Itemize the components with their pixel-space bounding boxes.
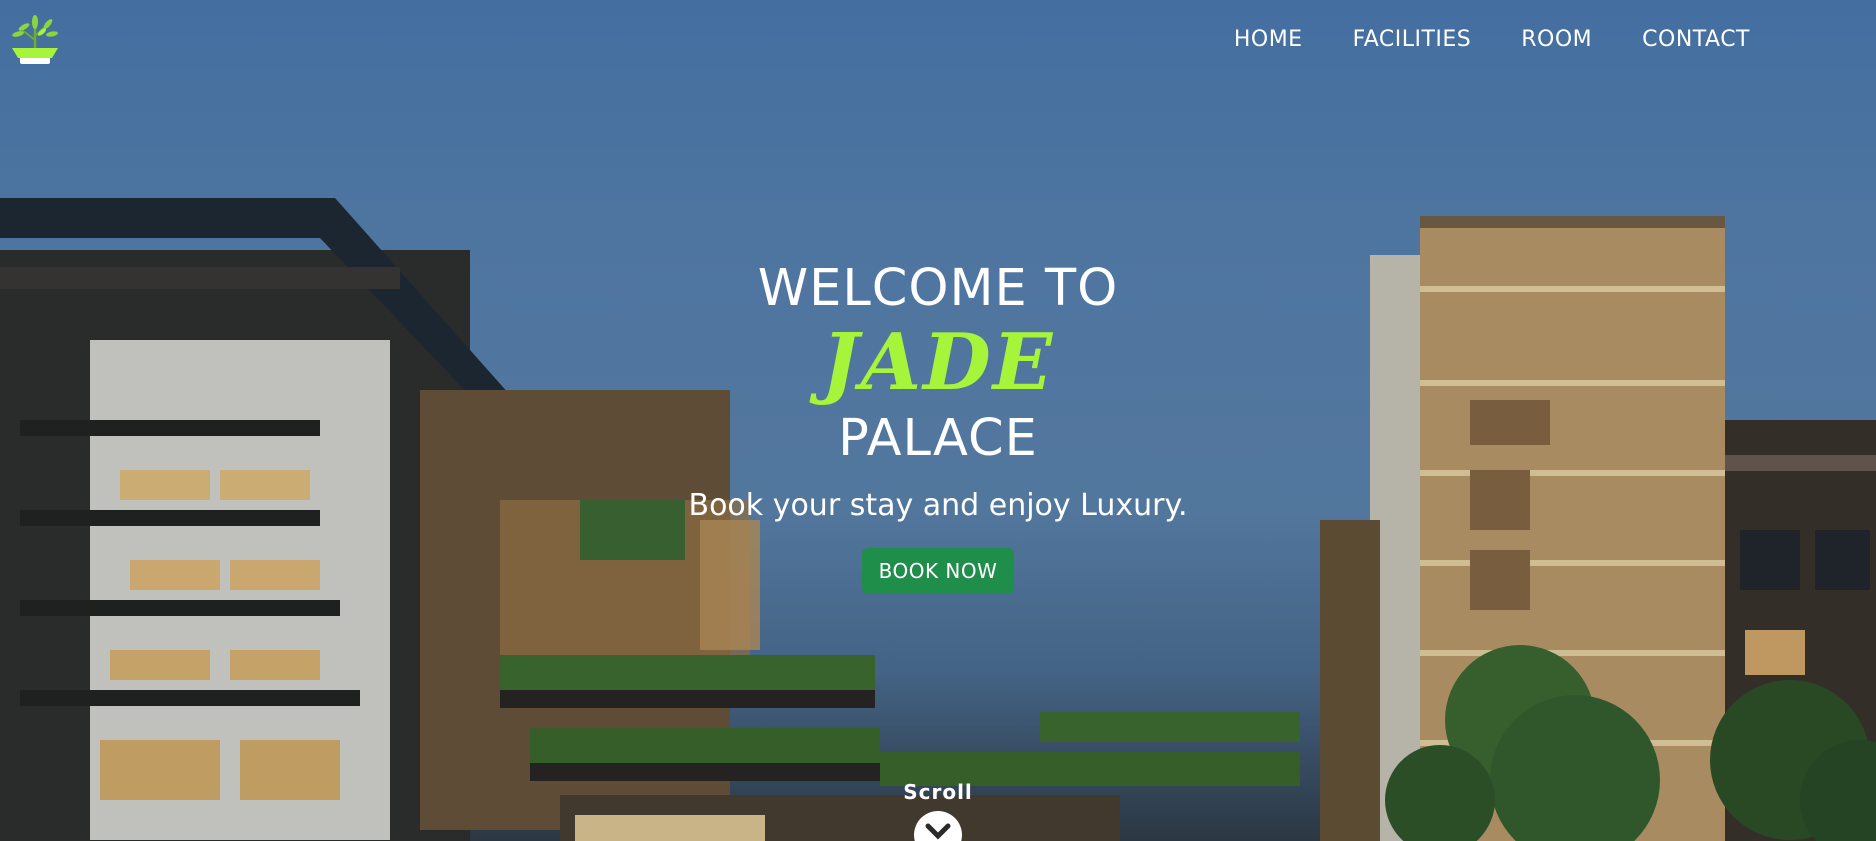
- nav-home-link[interactable]: HOME: [1234, 27, 1303, 52]
- palace-heading: PALACE: [838, 409, 1038, 468]
- scroll-down-button[interactable]: [914, 811, 962, 841]
- hero-tagline: Book your stay and enjoy Luxury.: [688, 488, 1188, 523]
- hero-section: HOME FACILITIES ROOM CONTACT WELCOME TO …: [0, 0, 1876, 841]
- welcome-heading: WELCOME TO: [757, 259, 1119, 318]
- main-nav: HOME FACILITIES ROOM CONTACT: [1234, 27, 1750, 52]
- chevron-down-icon: [925, 823, 951, 840]
- scroll-indicator: Scroll: [0, 780, 1876, 841]
- nav-contact-link[interactable]: CONTACT: [1642, 27, 1750, 52]
- nav-room-link[interactable]: ROOM: [1521, 27, 1592, 52]
- nav-facilities-link[interactable]: FACILITIES: [1353, 27, 1472, 52]
- brand-name: JADE: [821, 317, 1055, 408]
- plant-logo-icon[interactable]: [8, 12, 62, 68]
- scroll-label: Scroll: [903, 780, 973, 804]
- hero-content: WELCOME TO JADE PALACE Book your stay an…: [0, 258, 1876, 594]
- book-now-button[interactable]: BOOK NOW: [861, 548, 1015, 594]
